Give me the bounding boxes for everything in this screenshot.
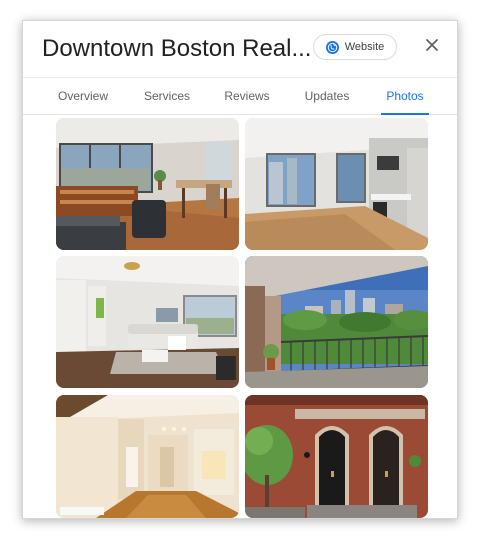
tab-photos[interactable]: Photos <box>381 78 429 115</box>
hallway-photo-image <box>56 395 239 518</box>
facade-photo-image <box>245 395 428 518</box>
sofa-room-photo-image <box>56 256 239 388</box>
tab-reviews[interactable]: Reviews <box>219 78 275 115</box>
kitchen-photo-image <box>245 118 428 250</box>
website-button[interactable]: Website <box>313 34 397 60</box>
photo-tile-sofa-room[interactable] <box>56 256 239 388</box>
business-panel: Downtown Boston Real... Website Overview… <box>22 20 458 519</box>
photo-tile-kitchen[interactable] <box>245 118 428 250</box>
tab-bar: Overview Services Reviews Updates Photos <box>23 77 457 115</box>
living-room-photo-image <box>56 118 239 250</box>
globe-icon <box>325 40 339 54</box>
balcony-photo-image <box>245 256 428 388</box>
tab-services[interactable]: Services <box>137 78 197 115</box>
tab-overview[interactable]: Overview <box>53 78 113 115</box>
photo-tile-balcony[interactable] <box>245 256 428 388</box>
tab-updates[interactable]: Updates <box>300 78 354 115</box>
close-icon[interactable] <box>420 33 444 57</box>
photo-tile-facade[interactable] <box>245 395 428 518</box>
photo-tile-living-room[interactable] <box>56 118 239 250</box>
business-title: Downtown Boston Real... <box>42 35 312 62</box>
panel-header: Downtown Boston Real... Website <box>23 21 457 77</box>
website-button-label: Website <box>344 41 385 53</box>
photo-tile-hallway[interactable] <box>56 395 239 518</box>
